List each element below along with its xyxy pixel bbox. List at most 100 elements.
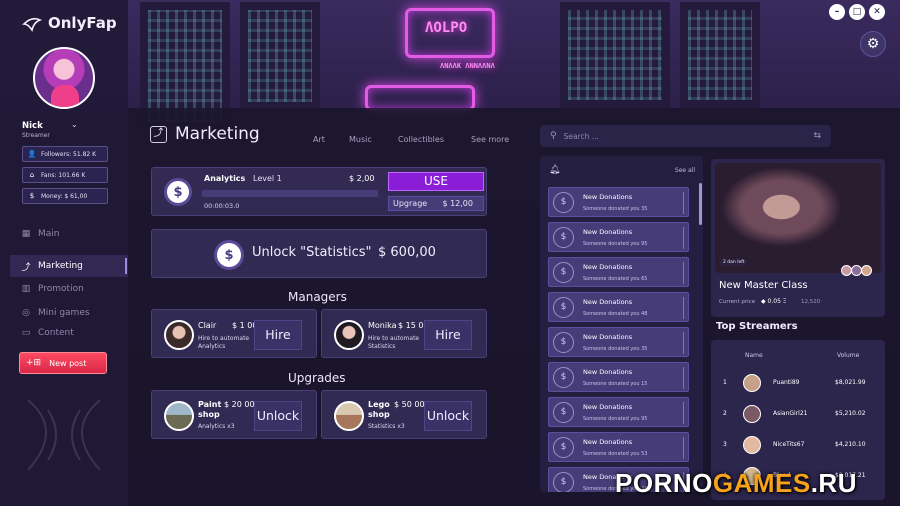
sidebar-item-marketing[interactable]: ⤴ Marketing [10, 255, 128, 277]
app-logo[interactable]: OnlyFap [22, 14, 117, 32]
notification-item[interactable]: $ New Donations Someone donated you 95 [548, 397, 689, 427]
column-header-name: Name [745, 352, 763, 359]
notification-title: New Donations [583, 333, 633, 341]
tab-collectibles[interactable]: Collectibles [398, 135, 444, 144]
tab-art[interactable]: Art [313, 135, 325, 144]
divider [683, 262, 684, 284]
master-class-count: 12,520 [801, 299, 821, 305]
table-row[interactable]: 3 NiceTits67 $4,210.10 [711, 433, 885, 457]
analytics-progress-bar [202, 190, 378, 197]
neon-text: ΛΝΛΛΚ ΛΝΝΛΛΝΛ [440, 62, 495, 70]
logo-icon [22, 17, 42, 32]
divider [683, 297, 684, 319]
notification-item[interactable]: $ New Donations Someone donated you 65 [548, 257, 689, 287]
settings-button[interactable]: ⚙ [860, 31, 886, 57]
coin-icon: $ [164, 178, 192, 206]
search-icon: ⚲ [550, 131, 557, 141]
money-label: Money: $ 61,00 [41, 192, 88, 200]
user-name[interactable]: Nick [22, 121, 43, 131]
unlock-statistics-button[interactable]: $ Unlock "Statistics" $ 600,00 [151, 229, 487, 278]
sidebar-item-content[interactable]: ▭ Content [20, 328, 74, 338]
manager-name: Clair [198, 321, 217, 330]
analytics-name: Analytics [204, 174, 246, 183]
notification-item[interactable]: $ New Donations Someone donated you 35 [548, 187, 689, 217]
followers-label: Followers: 51.82 K [41, 150, 97, 158]
master-class-card[interactable]: 2 dan left New Master Class Current pric… [711, 159, 885, 317]
analytics-level: Level 1 [253, 174, 282, 183]
hire-button[interactable]: Hire [254, 320, 302, 350]
notification-item[interactable]: $ New Donations Someone donated you 48 [548, 292, 689, 322]
fans-label: Fans: 101.66 K [41, 171, 86, 179]
watermark-part: .RU [810, 468, 857, 498]
upgrade-card-paint-shop: Paint shop $ 20 000 Analytics x3 Unlock [151, 390, 317, 439]
upgrade-button[interactable]: Upgrage $ 12,00 [388, 196, 484, 211]
hire-button[interactable]: Hire [424, 320, 472, 350]
folder-icon: ▭ [21, 328, 31, 338]
money-icon: $ [29, 192, 35, 200]
coin-icon: $ [553, 472, 574, 492]
notification-item[interactable]: $ New Donations Someone donated you 15 [548, 362, 689, 392]
notification-text: Someone donated you 95 [583, 241, 648, 247]
notification-item[interactable]: $ New Donations Someone donated you 53 [548, 432, 689, 462]
avatar [861, 265, 872, 276]
notification-title: New Donations [583, 263, 633, 271]
avatar [743, 374, 761, 392]
notification-text: Someone donated you 35 [583, 206, 648, 212]
page-title: ⤴ Marketing [150, 124, 260, 144]
table-row[interactable]: 2 AsianGirl21 $5,210.02 [711, 402, 885, 426]
search-input[interactable] [563, 131, 807, 141]
rank: 2 [723, 410, 727, 417]
background-building [240, 0, 320, 110]
coin-icon: $ [553, 367, 574, 388]
tab-see-more[interactable]: See more [471, 135, 509, 144]
app-name: OnlyFap [48, 14, 117, 32]
maximize-button[interactable]: □ [849, 4, 865, 20]
sidebar-item-mini-games[interactable]: ◎ Mini games [20, 308, 90, 318]
minimize-button[interactable]: – [829, 4, 845, 20]
manager-card-clair: Clair $ 1 000 Hire to automate Analytics… [151, 309, 317, 358]
table-row[interactable]: 1 Puanti89 $8,021.99 [711, 371, 885, 395]
avatar[interactable] [33, 47, 95, 109]
streamer-name: NiceTits67 [773, 441, 805, 448]
manager-card-monika: Monika $ 15 000 Hire to automate Statist… [321, 309, 487, 358]
shop-image [334, 401, 364, 431]
upgrade-label: Upgrage [393, 199, 428, 208]
user-role: Streamer [22, 132, 50, 139]
top-streamers-heading: Top Streamers [716, 321, 798, 332]
manager-name: Monika [368, 321, 397, 330]
notification-text: Someone donated you 53 [583, 451, 648, 457]
chevron-down-icon[interactable]: ⌄ [71, 120, 78, 129]
unlock-button[interactable]: Unlock [424, 401, 472, 431]
scrollbar[interactable] [699, 183, 702, 225]
sidebar-item-promotion[interactable]: ▥ Promotion [20, 284, 84, 294]
analytics-timer: 00:00:03.0 [204, 202, 240, 210]
notification-text: Someone donated you 15 [583, 381, 648, 387]
sidebar-item-label: Content [38, 328, 74, 338]
tab-music[interactable]: Music [349, 135, 372, 144]
close-button[interactable]: ✕ [869, 4, 885, 20]
notification-text: Someone donated you 95 [583, 416, 648, 422]
notification-title: New Donations [583, 228, 633, 236]
new-post-button[interactable]: +⊞ New post [19, 352, 107, 374]
filter-icon[interactable]: ⇆ [813, 131, 821, 141]
shop-image [164, 401, 194, 431]
notifications-panel: 🔔︎ See all $ New Donations Someone donated… [540, 156, 703, 492]
bell-icon[interactable]: 🔔︎ [549, 165, 560, 175]
sidebar-item-main[interactable]: ▦ Main [20, 229, 60, 239]
see-all-link[interactable]: See all [675, 167, 695, 174]
decorative-pattern [27, 399, 101, 471]
notification-item[interactable]: $ New Donations Someone donated you 35 [548, 327, 689, 357]
use-button[interactable]: USE [388, 172, 484, 191]
home-icon: ▦ [21, 229, 31, 239]
coin-icon: $ [553, 192, 574, 213]
background-building [680, 0, 760, 108]
search-bar: ⚲ ⇆ [540, 125, 831, 147]
avatar [164, 320, 194, 350]
avatar [743, 405, 761, 423]
coin-icon: $ [553, 227, 574, 248]
unlock-button[interactable]: Unlock [254, 401, 302, 431]
divider [683, 227, 684, 249]
column-header-volume: Volume [837, 352, 860, 359]
chart-icon: ⤴ [21, 262, 31, 273]
notification-item[interactable]: $ New Donations Someone donated you 95 [548, 222, 689, 252]
